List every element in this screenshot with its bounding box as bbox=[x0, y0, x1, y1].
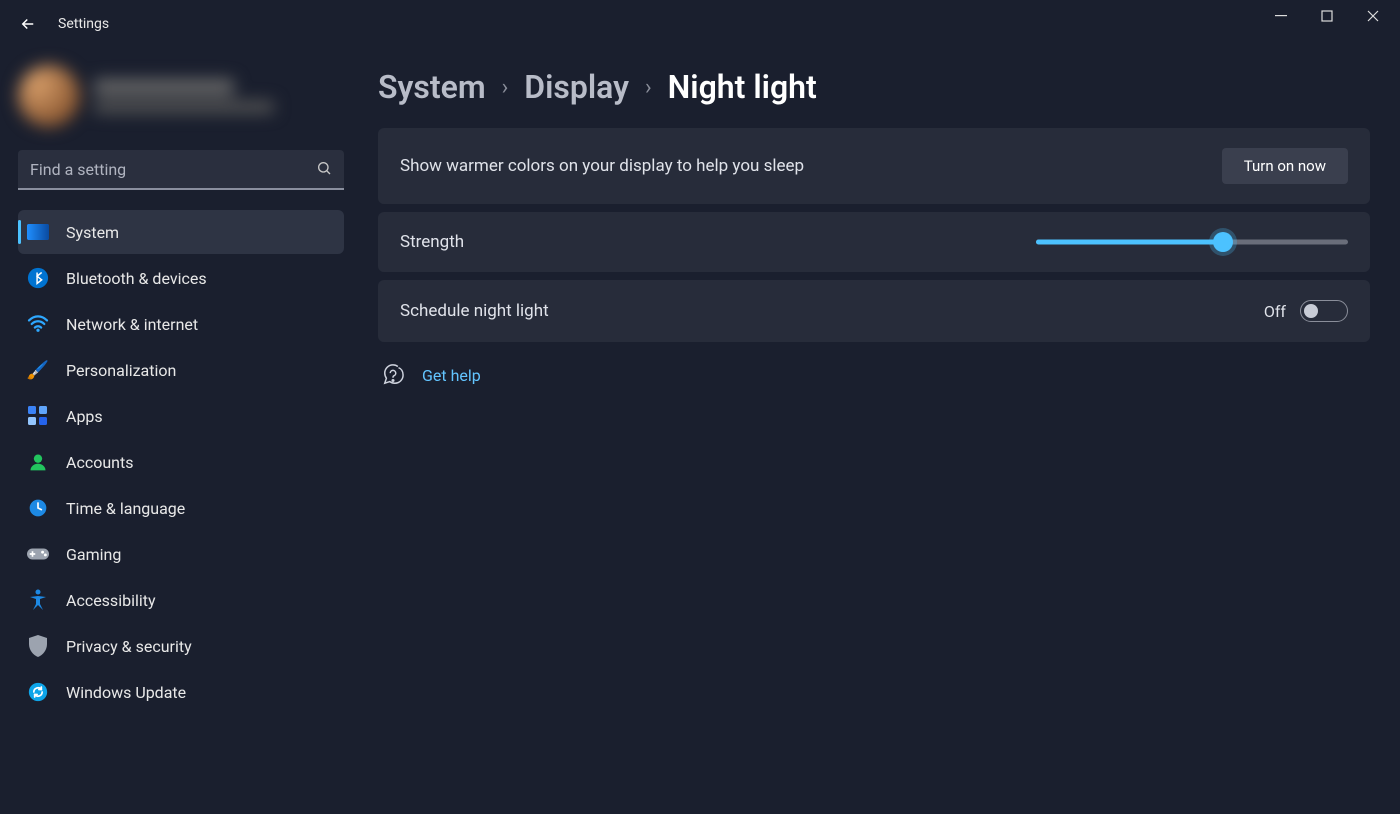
update-icon bbox=[26, 680, 50, 704]
sidebar-item-label: Personalization bbox=[66, 361, 176, 380]
schedule-toggle-state: Off bbox=[1264, 302, 1286, 321]
person-icon bbox=[26, 450, 50, 474]
sidebar-item-bluetooth[interactable]: Bluetooth & devices bbox=[18, 256, 344, 300]
sidebar-item-personalization[interactable]: 🖌️ Personalization bbox=[18, 348, 344, 392]
chevron-right-icon: › bbox=[502, 75, 509, 100]
breadcrumb: System › Display › Night light bbox=[378, 68, 1370, 106]
sidebar-item-label: System bbox=[66, 223, 119, 242]
clock-icon bbox=[26, 496, 50, 520]
sidebar-item-label: Gaming bbox=[66, 545, 121, 564]
turn-on-now-button[interactable]: Turn on now bbox=[1222, 148, 1348, 184]
paintbrush-icon: 🖌️ bbox=[26, 358, 50, 382]
strength-slider[interactable] bbox=[1036, 232, 1348, 252]
bluetooth-icon bbox=[26, 266, 50, 290]
slider-fill bbox=[1036, 240, 1223, 245]
apps-icon bbox=[26, 404, 50, 428]
sidebar-item-apps[interactable]: Apps bbox=[18, 394, 344, 438]
sidebar-item-label: Network & internet bbox=[66, 315, 198, 334]
close-button[interactable] bbox=[1350, 0, 1396, 32]
sidebar-item-network[interactable]: Network & internet bbox=[18, 302, 344, 346]
sidebar-item-label: Accounts bbox=[66, 453, 133, 472]
schedule-label: Schedule night light bbox=[400, 301, 549, 321]
strength-card: Strength bbox=[378, 212, 1370, 272]
window-title: Settings bbox=[58, 16, 109, 32]
breadcrumb-system[interactable]: System bbox=[378, 68, 486, 106]
page-title: Night light bbox=[668, 68, 817, 106]
help-icon bbox=[382, 364, 404, 386]
schedule-toggle[interactable] bbox=[1300, 300, 1348, 322]
display-icon bbox=[26, 220, 50, 244]
wifi-icon bbox=[26, 312, 50, 336]
sidebar-item-windows-update[interactable]: Windows Update bbox=[18, 670, 344, 714]
maximize-icon bbox=[1321, 10, 1333, 22]
shield-icon bbox=[26, 634, 50, 658]
sidebar-item-system[interactable]: System bbox=[18, 210, 344, 254]
chevron-right-icon: › bbox=[645, 75, 652, 100]
minimize-icon bbox=[1275, 10, 1287, 22]
schedule-card: Schedule night light Off bbox=[378, 280, 1370, 342]
user-profile[interactable] bbox=[18, 54, 344, 138]
sidebar-item-label: Apps bbox=[66, 407, 103, 426]
accessibility-icon bbox=[26, 588, 50, 612]
gamepad-icon bbox=[26, 542, 50, 566]
sidebar-item-label: Privacy & security bbox=[66, 637, 192, 656]
sidebar-nav: System Bluetooth & devices Network & int… bbox=[18, 210, 344, 714]
toggle-knob bbox=[1304, 304, 1318, 318]
sidebar-item-accessibility[interactable]: Accessibility bbox=[18, 578, 344, 622]
breadcrumb-display[interactable]: Display bbox=[524, 68, 629, 106]
sidebar-item-time-language[interactable]: Time & language bbox=[18, 486, 344, 530]
minimize-button[interactable] bbox=[1258, 0, 1304, 32]
maximize-button[interactable] bbox=[1304, 0, 1350, 32]
sidebar-item-privacy[interactable]: Privacy & security bbox=[18, 624, 344, 668]
nightlight-description-card: Show warmer colors on your display to he… bbox=[378, 128, 1370, 204]
back-button[interactable] bbox=[8, 4, 48, 44]
strength-label: Strength bbox=[400, 232, 464, 252]
sidebar-item-label: Time & language bbox=[66, 499, 185, 518]
sidebar-item-label: Bluetooth & devices bbox=[66, 269, 207, 288]
sidebar-item-accounts[interactable]: Accounts bbox=[18, 440, 344, 484]
arrow-left-icon bbox=[19, 15, 37, 33]
avatar bbox=[18, 65, 80, 127]
slider-thumb[interactable] bbox=[1213, 232, 1233, 252]
sidebar-item-gaming[interactable]: Gaming bbox=[18, 532, 344, 576]
sidebar-item-label: Accessibility bbox=[66, 591, 156, 610]
sidebar-item-label: Windows Update bbox=[66, 683, 186, 702]
close-icon bbox=[1367, 10, 1379, 22]
nightlight-description: Show warmer colors on your display to he… bbox=[400, 156, 804, 176]
get-help-link[interactable]: Get help bbox=[422, 366, 481, 385]
search-input[interactable] bbox=[18, 150, 344, 190]
